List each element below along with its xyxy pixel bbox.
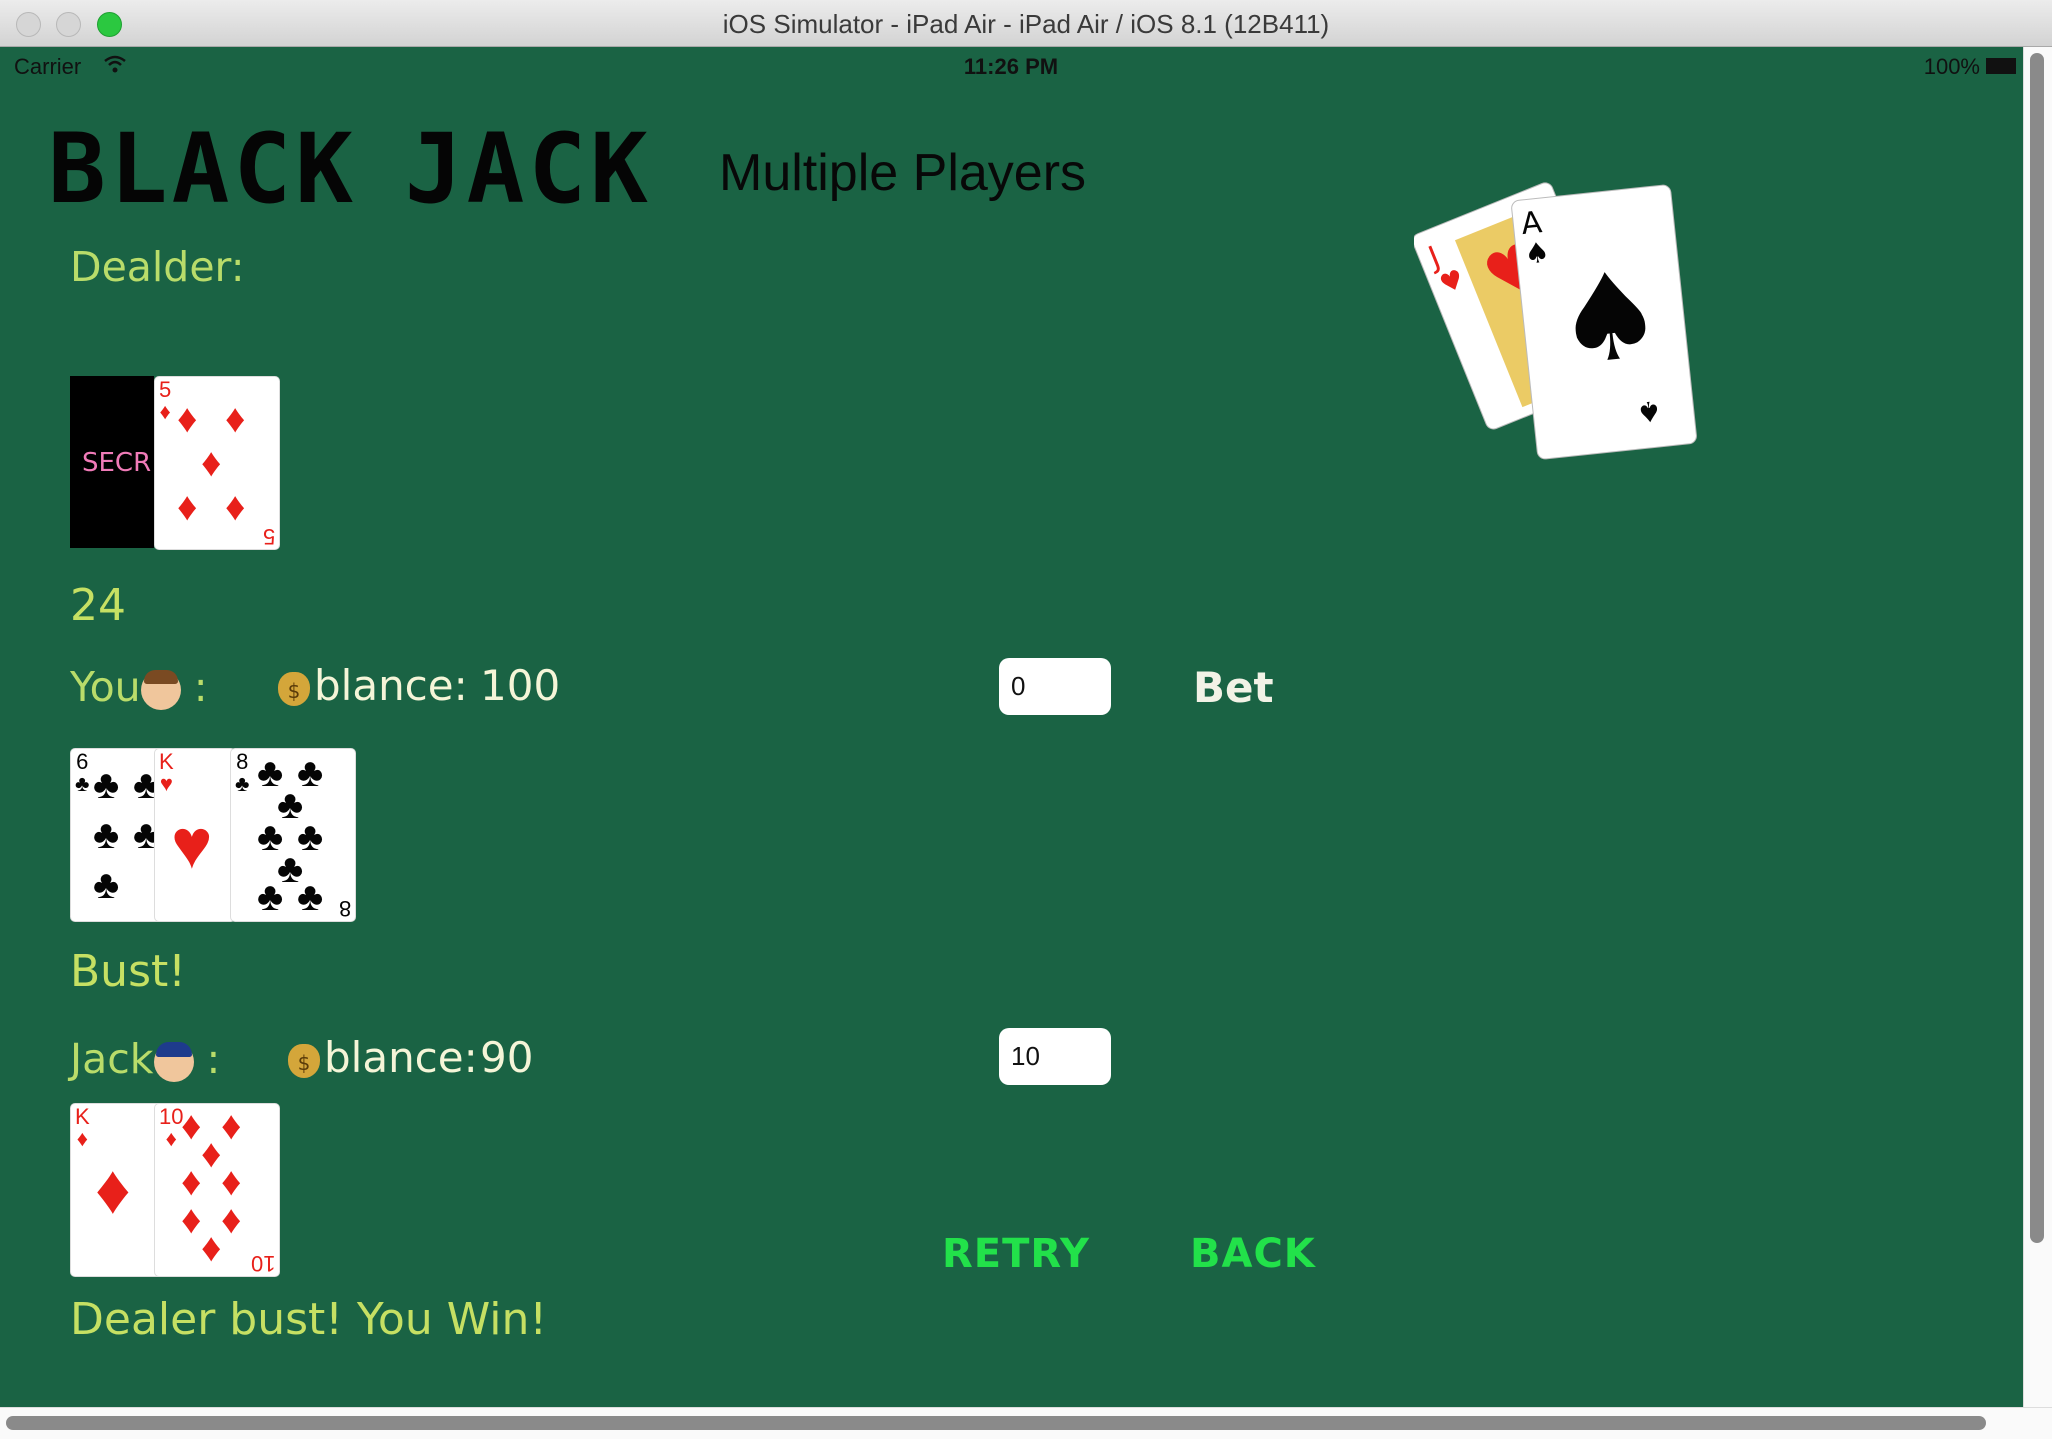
card-suit: ♦ (159, 399, 171, 424)
card-suit: ♦ (165, 1126, 177, 1151)
player-balance-value: 100 (480, 661, 561, 710)
diamond-icon: ♦ (221, 1198, 242, 1242)
battery-icon (1986, 58, 2016, 74)
player-card: 10 ♦ ♦ ♦ ♦ ♦ ♦ ♦ ♦ ♦ 10 (154, 1103, 280, 1277)
card-rank-bottom: 5 (262, 524, 275, 549)
player-card: 8 ♣ ♣ ♣ ♣ ♣ ♣ ♣ ♣ ♣ 8 (230, 748, 356, 922)
window-titlebar: iOS Simulator - iPad Air - iPad Air / iO… (0, 0, 2052, 47)
bet-button[interactable]: Bet (1193, 663, 1274, 712)
diamond-icon: ♦ (225, 397, 246, 441)
svg-text:♠: ♠ (1549, 244, 1671, 393)
simulator-window: iOS Simulator - iPad Air - iPad Air / iO… (0, 0, 2052, 1439)
hidden-card-text: SECR (82, 448, 152, 478)
diamond-icon: ♦ (221, 1160, 242, 1204)
card-suit: ♣ (75, 771, 90, 796)
diamond-icon: ♦ (181, 1104, 202, 1148)
svg-text:♠: ♠ (1635, 394, 1663, 429)
balance-label: blance: (324, 1033, 478, 1082)
card-logo-icon: J ♥ ♥ A ♠ ♠ ♠ (1414, 182, 1697, 460)
club-icon: ♣ (93, 813, 120, 857)
police-face-icon (153, 1042, 194, 1082)
money-bag-icon: $ (278, 671, 310, 706)
money-bag-icon: $ (288, 1043, 320, 1078)
diamond-icon: ♦ (201, 1226, 222, 1270)
card-suit: ♣ (235, 771, 250, 796)
balance-label: blance: (314, 661, 468, 710)
boy-face-icon (140, 670, 181, 710)
diamond-icon: ♦ (225, 485, 246, 529)
window-title: iOS Simulator - iPad Air - iPad Air / iO… (722, 9, 1330, 39)
player-bet-input[interactable] (999, 658, 1111, 715)
dealer-label: Dealder: (70, 243, 245, 291)
card-rank-bottom: 10 (250, 1251, 275, 1276)
club-icon: ♣ (93, 763, 120, 807)
player-balance: $ blance: (278, 661, 468, 710)
player-balance-value: 90 (480, 1033, 534, 1082)
dealer-card: 5 ♦ ♦ ♦ ♦ ♦ ♦ 5 (154, 376, 280, 550)
player-result: Dealer bust! You Win! (70, 1294, 548, 1345)
heart-icon: ♥ (171, 805, 213, 883)
diamond-icon: ♦ (201, 1132, 222, 1176)
back-button[interactable]: BACK (1190, 1231, 1316, 1277)
scrollbar-thumb[interactable] (2030, 53, 2044, 1243)
club-icon: ♣ (93, 863, 120, 907)
diamond-icon: ♦ (177, 485, 198, 529)
player-bet-input[interactable] (999, 1028, 1111, 1085)
card-rank-bottom: 8 (338, 896, 351, 921)
diamond-icon: ♦ (95, 1150, 131, 1228)
diamond-icon: ♦ (181, 1198, 202, 1242)
diamond-icon: ♦ (181, 1160, 202, 1204)
card-suit: ♦ (76, 1126, 88, 1151)
club-icon: ♣ (297, 875, 324, 919)
card-suit: ♥ (159, 771, 173, 796)
player-card: K ♥ ♥ (154, 748, 236, 922)
player-label: You : (70, 663, 208, 711)
player-name: You (70, 663, 141, 711)
scrollbar-thumb[interactable] (6, 1416, 1986, 1430)
status-time: 11:26 PM (963, 54, 1059, 79)
retry-button[interactable]: RETRY (942, 1231, 1090, 1277)
dealer-hidden-card: SECR (70, 376, 154, 548)
player-result: Bust! (70, 946, 186, 997)
horizontal-scrollbar[interactable] (0, 1407, 2052, 1439)
diamond-icon: ♦ (177, 397, 198, 441)
battery-percent: 100% (1923, 54, 1980, 79)
player-label: Jack : (70, 1035, 221, 1083)
diamond-icon: ♦ (221, 1104, 242, 1148)
page-subtitle: Multiple Players (719, 144, 1087, 202)
player-name: Jack (70, 1035, 154, 1083)
diamond-icon: ♦ (201, 441, 222, 485)
page-title: BLACK JACK (48, 113, 652, 225)
club-icon: ♣ (257, 875, 284, 919)
player-balance: $ blance: (288, 1033, 478, 1082)
svg-text:♠: ♠ (1523, 235, 1551, 270)
status-bar: Carrier 11:26 PM 100% (2, 47, 2020, 85)
dealer-total: 24 (70, 580, 126, 631)
vertical-scrollbar[interactable] (2023, 47, 2052, 1407)
ipad-screen: Carrier 11:26 PM 100% BLACK JACK Multipl… (2, 47, 2020, 1407)
